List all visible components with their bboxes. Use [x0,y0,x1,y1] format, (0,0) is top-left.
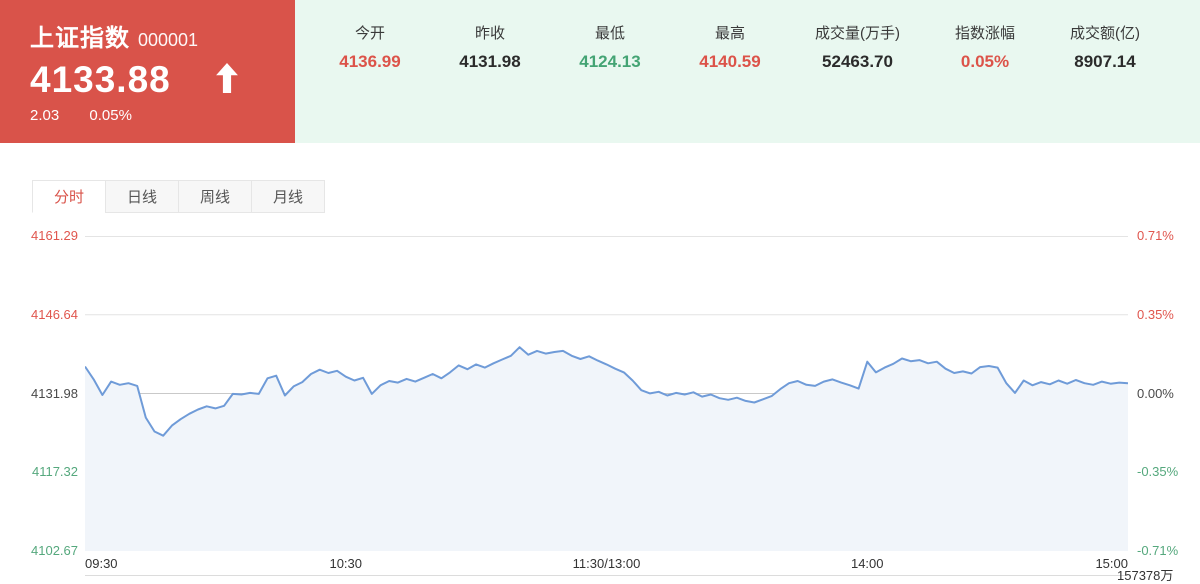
stat-value: 4136.99 [339,52,401,71]
index-quote-card: 上证指数 000001 4133.88 2.03 0.05% [0,0,295,143]
y-label-left: 4131.98 [31,385,78,401]
stat-column: 成交额(亿) 8907.14 [1070,22,1140,143]
intraday-chart-svg [84,236,1129,551]
stats-row: 今开 4136.99 昨收 4131.98 最低 4124.13 最高 4140.59 成交量(… [295,0,1200,143]
stat-column: 成交量(万手) 52463.70 [815,22,900,143]
index-change: 2.03 [30,107,60,124]
stat-column: 指数涨幅 0.05% [950,22,1020,143]
x-tick: 09:30 [85,556,118,571]
stat-label: 成交额(亿) [1070,25,1140,42]
y-label-right: 0.00% [1137,385,1174,401]
index-name: 上证指数 [30,25,130,52]
stat-label: 成交量(万手) [815,25,900,42]
volume-axis-label: 157378万 [1117,568,1174,583]
y-label-left: 4146.64 [31,306,78,322]
price-area-fill [85,347,1128,551]
y-label-right: -0.71% [1137,543,1179,558]
x-tick: 14:00 [850,556,884,571]
stat-value: 8907.14 [1074,52,1136,71]
stat-value: 4124.13 [579,52,641,71]
y-label-right: -0.35% [1137,464,1179,480]
stat-label: 今开 [354,25,385,42]
stat-label: 最低 [594,25,625,42]
stock-quote-page: 上证指数 000001 4133.88 2.03 0.05% 今开 4136.99… [0,0,1200,584]
stat-label: 昨收 [474,25,505,42]
x-axis: 09:30 10:30 11:30/13:00 14:00 15:00 [85,556,1128,572]
y-label-right: 0.71% [1137,228,1174,243]
stat-value: 0.05% [960,52,1010,71]
stat-column: 最高 4140.59 [695,22,765,143]
intraday-chart[interactable] [84,236,1129,551]
index-price: 4133.88 [30,59,171,100]
tab-minute[interactable]: 分时 [32,180,106,213]
stat-column: 今开 4136.99 [335,22,405,143]
y-label-left: 4102.67 [31,543,78,558]
period-tab-bar: 分时 日线 周线 月线 [32,180,325,213]
y-label-left: 4117.32 [31,464,78,480]
tab-monthly[interactable]: 月线 [251,180,325,213]
y-label-right: 0.35% [1137,306,1174,322]
x-tick: 11:30/13:00 [572,556,641,571]
tab-daily[interactable]: 日线 [105,180,179,213]
tab-weekly[interactable]: 周线 [178,180,252,213]
stat-value: 4131.98 [459,52,521,71]
stat-label: 最高 [714,25,745,42]
stat-value: 4140.59 [699,52,761,71]
y-label-left: 4161.29 [31,228,78,243]
y-axis-left: 4161.29 4146.64 4131.98 4117.32 4102.67 [0,228,78,558]
stat-label: 指数涨幅 [954,25,1015,42]
index-code: 000001 [138,30,199,50]
y-axis-right: 0.71% 0.35% 0.00% -0.35% -0.71% [1137,228,1200,558]
volume-pane-border [85,575,1128,576]
x-tick: 10:30 [329,556,363,571]
up-arrow-icon [215,62,239,98]
index-change-pct: 0.05% [89,107,132,124]
stat-column: 最低 4124.13 [575,22,645,143]
stat-value: 52463.70 [822,52,893,71]
stat-column: 昨收 4131.98 [455,22,525,143]
